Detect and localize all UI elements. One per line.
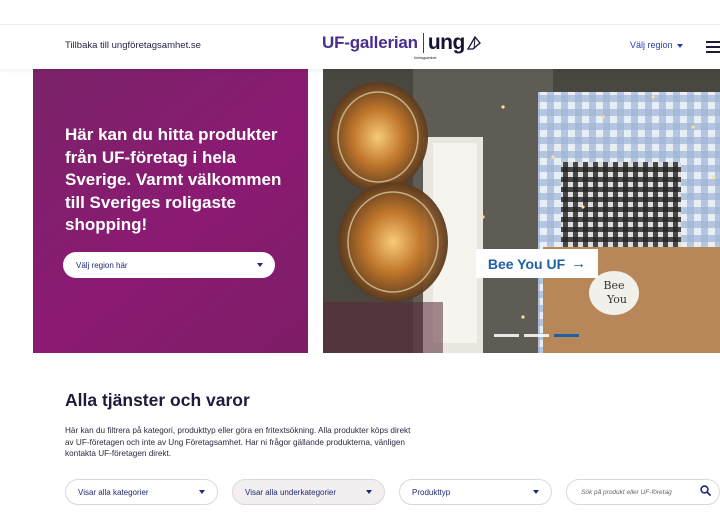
hero-carousel[interactable]: Bee You Bee You UF → xyxy=(323,67,720,353)
chevron-down-icon xyxy=(533,490,539,494)
search-field[interactable] xyxy=(566,479,720,505)
hero-text: Här kan du hitta produkter från UF-föret… xyxy=(65,125,282,234)
hero-region-label: Välj region här xyxy=(76,260,128,270)
site-header: Tillbaka till ungföretagsamhet.se UF-gal… xyxy=(0,24,720,69)
logo-divider xyxy=(422,33,424,53)
hamburger-menu-icon[interactable] xyxy=(706,41,720,53)
company-tag-label: Bee You UF xyxy=(487,255,566,272)
arrow-right-icon: → xyxy=(571,255,587,272)
top-strip xyxy=(0,0,720,24)
header-region-label: Välj region xyxy=(630,40,673,50)
back-link[interactable]: Tillbaka till ungföretagsamhet.se xyxy=(65,40,201,51)
subcategory-filter[interactable]: Visar alla underkategorier xyxy=(232,479,385,505)
logo-brand: UF-gallerian xyxy=(322,33,418,52)
subcategory-filter-label: Visar alla underkategorier xyxy=(245,487,337,497)
logo-subtitle: företagsamhet xyxy=(414,56,437,60)
company-tag-button[interactable]: Bee You UF → xyxy=(476,249,598,278)
chevron-down-icon xyxy=(257,263,263,267)
svg-text:You: You xyxy=(606,293,627,306)
svg-text:Bee: Bee xyxy=(603,279,624,292)
carousel-dot-active[interactable] xyxy=(554,334,579,337)
carousel-dot[interactable] xyxy=(494,334,519,337)
product-type-filter[interactable]: Produkttyp xyxy=(399,479,552,505)
search-input[interactable] xyxy=(579,487,700,497)
logo-mark-icon xyxy=(466,35,481,50)
hero-region-select[interactable]: Välj region här xyxy=(63,252,275,278)
search-icon[interactable] xyxy=(700,483,711,501)
hero-intro-panel: Här kan du hitta produkter från UF-föret… xyxy=(33,67,308,353)
carousel-indicators xyxy=(494,334,579,337)
chevron-down-icon xyxy=(199,490,205,494)
category-filter[interactable]: Visar alla kategorier xyxy=(65,479,218,505)
category-filter-label: Visar alla kategorier xyxy=(78,487,149,497)
carousel-dot[interactable] xyxy=(524,334,549,337)
section-title: Alla tjänster och varor xyxy=(65,390,250,410)
site-logo[interactable]: UF-gallerian ung företagsamhet xyxy=(322,31,482,60)
logo-ung: ung xyxy=(427,31,465,54)
carousel-image: Bee You xyxy=(323,67,720,353)
section-description: Här kan du filtrera på kategori, produkt… xyxy=(65,426,411,459)
chevron-down-icon xyxy=(676,40,683,50)
header-region-select[interactable]: Välj region xyxy=(630,40,683,50)
chevron-down-icon xyxy=(366,490,372,494)
product-type-filter-label: Produkttyp xyxy=(412,487,451,497)
